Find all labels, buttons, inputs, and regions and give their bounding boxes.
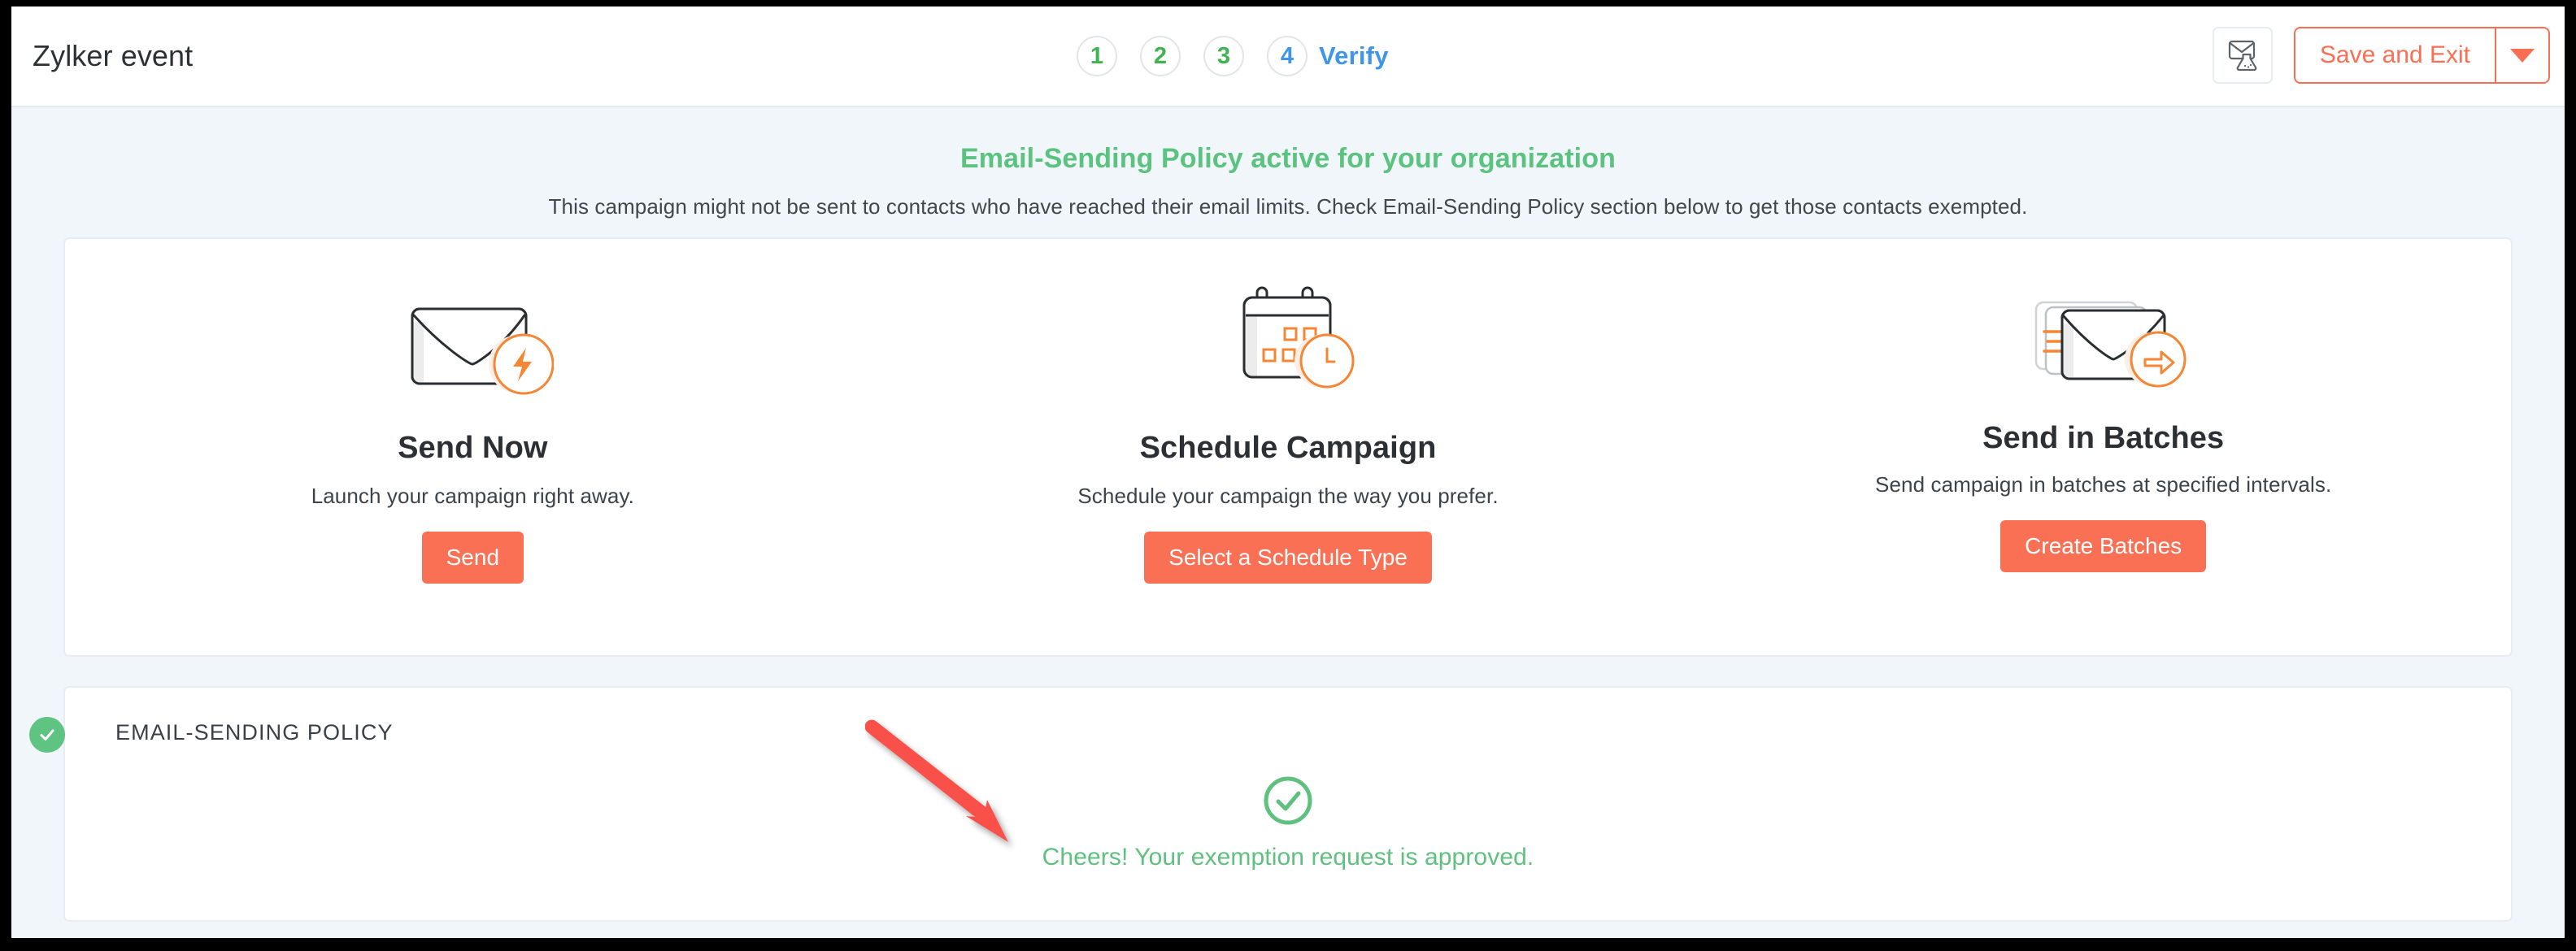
option-send-now-title: Send Now (398, 431, 548, 465)
step-4-label: Verify (1319, 41, 1389, 70)
email-sending-policy-section: EMAIL-SENDING POLICY Cheers! Your exempt… (29, 686, 2513, 922)
test-email-button[interactable] (2212, 27, 2273, 84)
send-button[interactable]: Send (421, 532, 524, 584)
envelopes-arrow-icon (2018, 281, 2189, 403)
save-and-exit-group: Save and Exit (2293, 27, 2550, 84)
check-circle-icon (65, 775, 2511, 826)
check-badge-icon (29, 717, 65, 753)
option-send-now-description: Launch your campaign right away. (311, 484, 634, 508)
select-schedule-type-button[interactable]: Select a Schedule Type (1144, 532, 1432, 584)
create-batches-button[interactable]: Create Batches (2000, 520, 2207, 572)
step-1[interactable]: 1 (1077, 36, 1117, 76)
email-sending-policy-title: EMAIL-SENDING POLICY (115, 720, 394, 745)
calendar-clock-icon (1207, 281, 1369, 403)
option-batches-title: Send in Batches (1982, 421, 2225, 455)
step-3-circle[interactable]: 3 (1203, 36, 1244, 76)
option-schedule-description: Schedule your campaign the way you prefe… (1077, 484, 1499, 508)
exemption-approved-text: Cheers! Your exemption request is approv… (1042, 844, 1534, 871)
step-2-circle[interactable]: 2 (1140, 36, 1181, 76)
policy-banner: Email-Sending Policy active for your org… (11, 107, 2565, 219)
send-options-card: Send Now Launch your campaign right away… (63, 237, 2513, 657)
chevron-down-icon (2510, 48, 2535, 63)
page-title: Zylker event (33, 39, 194, 72)
step-1-circle[interactable]: 1 (1077, 36, 1117, 76)
option-send-now[interactable]: Send Now Launch your campaign right away… (65, 239, 881, 655)
step-indicator: 1 2 3 4 Verify (1077, 36, 1389, 76)
send-options-row: Send Now Launch your campaign right away… (65, 239, 2511, 655)
option-schedule-title: Schedule Campaign (1139, 431, 1437, 465)
envelope-flask-icon (2225, 37, 2261, 75)
policy-banner-description: This campaign might not be sent to conta… (548, 194, 2028, 219)
option-schedule-campaign[interactable]: Schedule Campaign Schedule your campaign… (881, 239, 1696, 655)
step-4-verify[interactable]: 4 Verify (1267, 36, 1389, 76)
envelope-bolt-icon (391, 281, 555, 403)
app-window: Zylker event 1 2 3 4 Verify Save and Exi… (11, 7, 2565, 938)
option-send-in-batches[interactable]: Send in Batches Send campaign in batches… (1695, 239, 2511, 655)
policy-banner-title: Email-Sending Policy active for your org… (960, 143, 1616, 174)
top-bar-actions: Save and Exit (2212, 27, 2550, 84)
step-4-circle[interactable]: 4 (1267, 36, 1308, 76)
exemption-approved-block: Cheers! Your exemption request is approv… (65, 775, 2511, 871)
save-and-exit-dropdown-button[interactable] (2495, 28, 2548, 82)
step-2[interactable]: 2 (1140, 36, 1181, 76)
save-and-exit-button[interactable]: Save and Exit (2295, 28, 2495, 82)
step-3[interactable]: 3 (1203, 36, 1244, 76)
option-batches-description: Send campaign in batches at specified in… (1875, 472, 2332, 497)
top-bar: Zylker event 1 2 3 4 Verify Save and Exi… (11, 7, 2565, 107)
